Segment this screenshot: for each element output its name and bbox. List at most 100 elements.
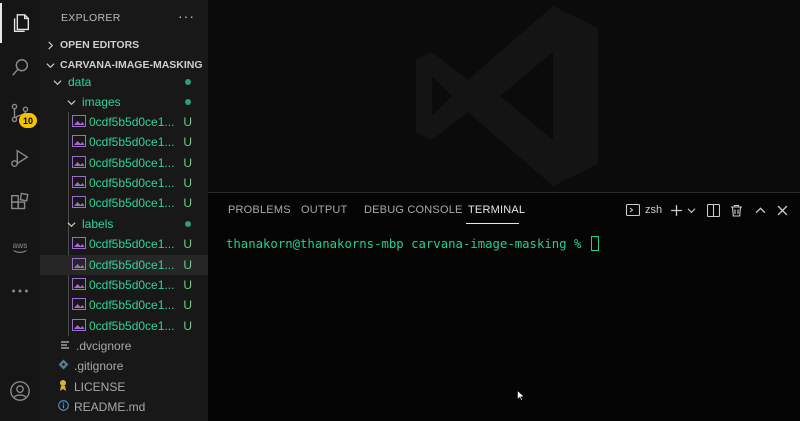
- file-gitignore[interactable]: .gitignore: [40, 356, 208, 376]
- file-label: 0cdf5b5d0ce1...: [89, 135, 175, 150]
- split-icon: [707, 203, 720, 217]
- active-tab-indicator: [466, 223, 519, 224]
- lines-file-icon: [60, 339, 74, 353]
- file-label: 0cdf5b5d0ce1...: [89, 237, 175, 252]
- info-file-icon: [58, 400, 72, 414]
- image-file-icon: [72, 318, 89, 334]
- chevron-down-icon: [40, 61, 60, 70]
- untracked-status: U: [183, 258, 192, 273]
- untracked-status: U: [183, 135, 192, 150]
- file-row[interactable]: 0cdf5b5d0ce1... U: [40, 295, 208, 315]
- search-button[interactable]: [0, 48, 40, 88]
- chevron-down-icon: [60, 220, 82, 229]
- file-row[interactable]: 0cdf5b5d0ce1... U: [40, 193, 208, 213]
- open-editors-section[interactable]: OPEN EDITORS: [40, 35, 208, 55]
- kill-terminal-button[interactable]: [730, 201, 743, 219]
- terminal-dropdown[interactable]: [687, 201, 696, 219]
- file-row[interactable]: 0cdf5b5d0ce1... U: [40, 275, 208, 295]
- terminal-line[interactable]: thanakorn@thanakorns-mbp carvana-image-m…: [226, 236, 599, 251]
- editor-area[interactable]: [208, 0, 800, 192]
- terminal-prompt: thanakorn@thanakorns-mbp carvana-image-m…: [226, 237, 589, 251]
- files-icon: [13, 14, 30, 32]
- image-file-icon: [72, 175, 89, 191]
- file-label: .gitignore: [74, 359, 124, 374]
- image-file-icon: [72, 195, 89, 211]
- trash-icon: [731, 204, 742, 217]
- search-icon: [12, 59, 29, 76]
- folder-labels[interactable]: labels: [40, 214, 208, 234]
- tab-terminal[interactable]: TERMINAL: [468, 204, 525, 216]
- maximize-panel-button[interactable]: [755, 201, 766, 219]
- modified-dot: [185, 99, 191, 106]
- explorer-title: EXPLORER: [61, 12, 121, 24]
- panel-tabs: PROBLEMS OUTPUT DEBUG CONSOLE TERMINAL z…: [208, 193, 800, 227]
- git-file-icon: [58, 359, 72, 373]
- image-file-icon: [72, 155, 89, 171]
- extensions-icon: [11, 192, 29, 210]
- bottom-panel: PROBLEMS OUTPUT DEBUG CONSOLE TERMINAL z…: [208, 192, 800, 421]
- file-row[interactable]: 0cdf5b5d0ce1... U: [40, 255, 208, 276]
- file-label: .dvcignore: [76, 339, 132, 354]
- file-label: 0cdf5b5d0ce1...: [89, 176, 175, 191]
- file-license[interactable]: LICENSE: [40, 377, 208, 397]
- image-file-icon: [72, 297, 89, 313]
- account-icon: [10, 381, 30, 401]
- file-label: 0cdf5b5d0ce1...: [89, 196, 175, 211]
- file-label: LICENSE: [74, 380, 126, 395]
- split-terminal-button[interactable]: [707, 201, 720, 219]
- chevron-up-icon: [755, 206, 766, 213]
- untracked-status: U: [183, 156, 192, 171]
- tab-problems[interactable]: PROBLEMS: [228, 204, 291, 216]
- run-debug-button[interactable]: [0, 138, 40, 178]
- license-file-icon: [58, 379, 72, 395]
- untracked-status: U: [183, 278, 192, 293]
- file-row[interactable]: 0cdf5b5d0ce1... U: [40, 316, 208, 336]
- file-label: 0cdf5b5d0ce1...: [89, 319, 175, 334]
- folder-label: labels: [82, 217, 114, 232]
- file-row[interactable]: 0cdf5b5d0ce1... U: [40, 132, 208, 152]
- file-label: 0cdf5b5d0ce1...: [89, 115, 175, 130]
- mouse-pointer-icon: [517, 390, 525, 401]
- file-label: 0cdf5b5d0ce1...: [89, 278, 175, 293]
- file-label: 0cdf5b5d0ce1...: [89, 258, 175, 273]
- explorer-sidebar: EXPLORER ··· OPEN EDITORS CARVANA-IMAGE-…: [40, 0, 208, 421]
- file-row[interactable]: 0cdf5b5d0ce1... U: [40, 173, 208, 193]
- untracked-status: U: [183, 196, 192, 211]
- extensions-button[interactable]: [0, 183, 40, 223]
- folder-images[interactable]: images: [40, 92, 208, 112]
- account-button[interactable]: [0, 371, 40, 411]
- tab-output[interactable]: OUTPUT: [301, 204, 347, 216]
- chevron-right-icon: [40, 40, 60, 50]
- explorer-button[interactable]: [0, 3, 40, 43]
- untracked-status: U: [183, 319, 192, 334]
- file-readme[interactable]: README.md: [40, 397, 208, 417]
- plus-icon: [671, 204, 682, 216]
- project-label: CARVANA-IMAGE-MASKING: [60, 59, 203, 71]
- explorer-more-actions[interactable]: ···: [178, 8, 195, 24]
- close-panel-button[interactable]: [777, 201, 788, 219]
- file-row[interactable]: 0cdf5b5d0ce1... U: [40, 112, 208, 132]
- untracked-status: U: [183, 115, 192, 130]
- folder-data[interactable]: data: [40, 72, 208, 92]
- image-file-icon: [72, 114, 89, 130]
- folder-label: data: [68, 75, 92, 90]
- close-icon: [777, 205, 788, 215]
- file-dvcignore[interactable]: .dvcignore: [40, 336, 208, 356]
- new-terminal-button[interactable]: [670, 201, 683, 219]
- shell-name: zsh: [645, 204, 663, 216]
- terminal-icon: [626, 203, 640, 217]
- modified-dot: [185, 79, 191, 86]
- file-row[interactable]: 0cdf5b5d0ce1... U: [40, 234, 208, 254]
- svg-text:aws: aws: [13, 241, 28, 250]
- file-label: README.md: [74, 400, 146, 415]
- run-debug-icon: [11, 149, 29, 167]
- untracked-status: U: [183, 176, 192, 191]
- file-row[interactable]: 0cdf5b5d0ce1... U: [40, 153, 208, 173]
- terminal-shell-selector[interactable]: zsh: [626, 201, 662, 219]
- tab-debug-console[interactable]: DEBUG CONSOLE: [364, 204, 463, 216]
- aws-button[interactable]: aws: [0, 226, 40, 266]
- more-button[interactable]: [0, 271, 40, 311]
- source-control-button[interactable]: 10: [0, 93, 40, 133]
- image-file-icon: [72, 257, 89, 273]
- scm-badge: 10: [19, 113, 37, 128]
